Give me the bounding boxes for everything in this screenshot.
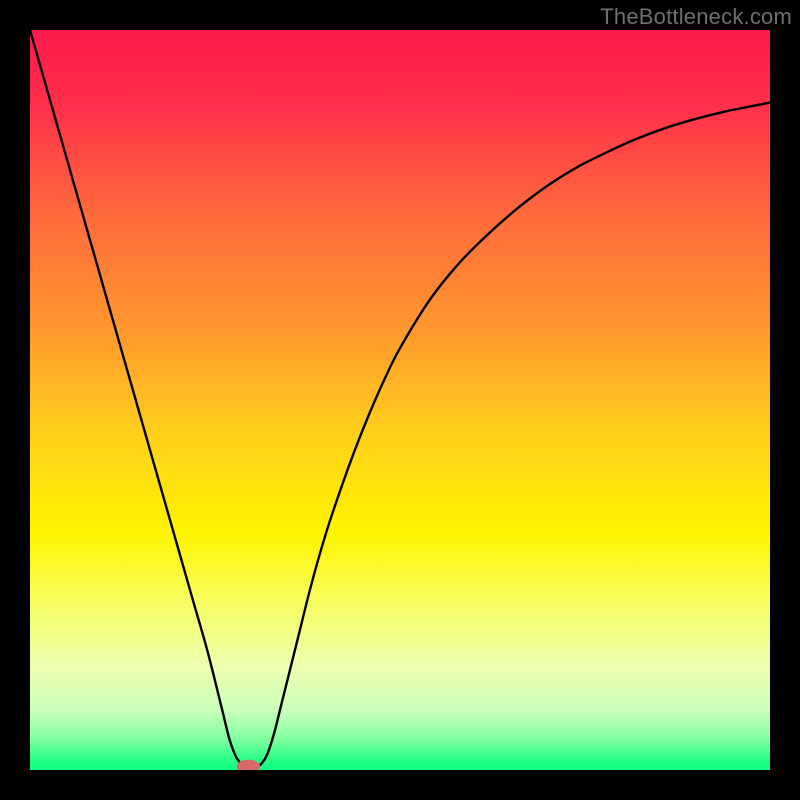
watermark-text: TheBottleneck.com [600, 4, 792, 30]
gradient-background [30, 30, 770, 770]
plot-area [30, 30, 770, 770]
chart-svg [30, 30, 770, 770]
chart-frame: TheBottleneck.com [0, 0, 800, 800]
